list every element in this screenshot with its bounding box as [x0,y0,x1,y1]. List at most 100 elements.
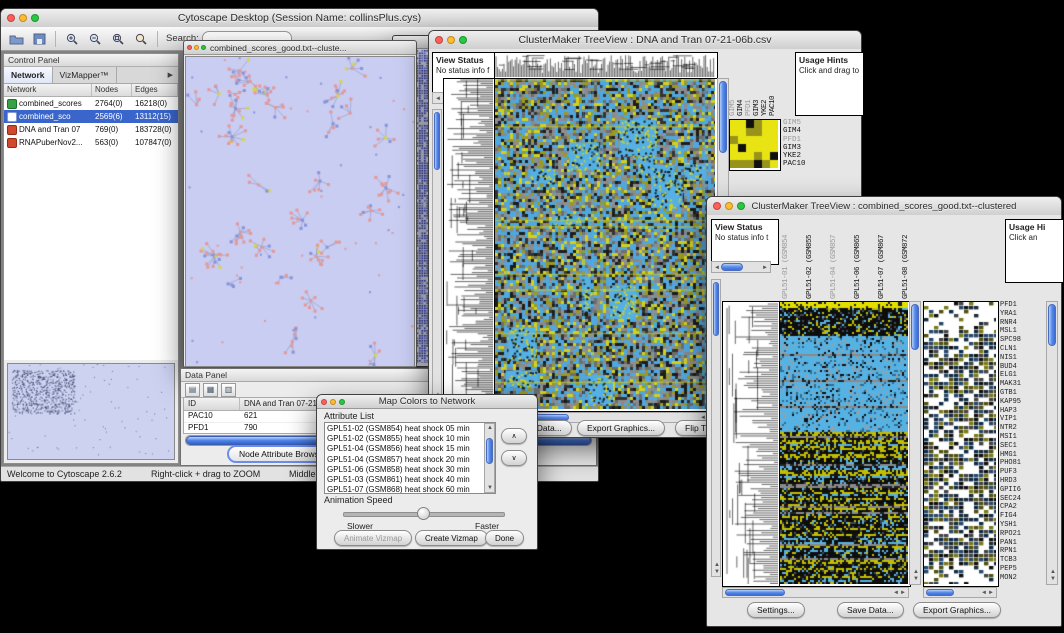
row-dendrogram[interactable] [723,302,778,584]
gene-label[interactable]: PEP5 [1000,565,1044,574]
global-heatmap[interactable] [495,79,715,409]
network-row[interactable]: RNAPuberNov2... 563(0) 107847(0) [4,136,178,149]
zoom-row-label[interactable]: GIM5 [783,119,825,127]
select-attributes-icon[interactable]: ▤ [185,383,200,397]
zoom-in-icon[interactable] [62,29,82,48]
zoom-out-icon[interactable] [85,29,105,48]
column-dendrogram-pane[interactable] [494,52,718,80]
column-label[interactable]: GPL51-01 (GSM854 [782,235,790,299]
gene-label[interactable]: GPII6 [1000,486,1044,495]
gene-label[interactable]: TCB3 [1000,556,1044,565]
move-down-button[interactable]: ∨ [501,450,527,466]
attribute-list-item[interactable]: GPL51-04 (GSM857) heat shock 20 min [327,455,493,465]
gene-label[interactable]: MAK31 [1000,380,1044,389]
network-row[interactable]: DNA and Tran 07 769(0) 183728(0) [4,123,178,136]
attribute-list-item[interactable]: GPL51-02 (GSM854) heat shock 05 min [327,424,493,434]
close-button[interactable] [713,202,721,210]
zoom-row-label[interactable]: PFD1 [783,136,825,144]
gene-label[interactable]: MON2 [1000,574,1044,583]
gene-label[interactable]: KAP95 [1000,398,1044,407]
gene-list-scrollbar[interactable]: ▲▼ [1046,301,1058,585]
heatmap-pane[interactable] [494,78,718,412]
gene-label[interactable]: HMG1 [1000,451,1044,460]
gene-label[interactable]: ELG1 [1000,371,1044,380]
gene-label[interactable]: PFD1 [1000,301,1044,310]
attribute-list-item[interactable]: GPL51-02 (GSM855) heat shock 10 min [327,434,493,444]
minimize-button[interactable] [194,45,199,50]
gene-label[interactable]: FIG4 [1000,512,1044,521]
minimize-button[interactable] [19,14,27,22]
zoom-row-label[interactable]: GIM3 [783,144,825,152]
zoom-button[interactable] [459,36,467,44]
close-button[interactable] [321,399,327,405]
left-vertical-scrollbar[interactable]: ▲▼ [711,279,721,577]
gene-label[interactable]: RNR4 [1000,319,1044,328]
create-vizmap-button[interactable]: Create Vizmap [415,530,488,546]
zoom-column-label[interactable]: GIM3 [753,100,761,116]
settings-button[interactable]: Settings... [747,602,805,618]
gene-label[interactable]: PAN1 [1000,539,1044,548]
zoom-heatmap[interactable] [924,302,996,584]
zoom-button[interactable] [339,399,345,405]
main-titlebar[interactable]: Cytoscape Desktop (Session Name: collins… [1,9,598,28]
save-session-icon[interactable] [29,29,49,48]
move-up-button[interactable]: ∧ [501,428,527,444]
minimize-button[interactable] [725,202,733,210]
attribute-listbox[interactable]: GPL51-02 (GSM854) heat shock 05 minGPL51… [324,422,496,494]
create-attribute-icon[interactable]: ▦ [203,383,218,397]
gene-label[interactable]: VIP1 [1000,415,1044,424]
tab-vizmapper[interactable]: VizMapper™ [53,67,117,83]
network-canvas[interactable] [185,56,415,367]
gene-label[interactable]: CPA2 [1000,503,1044,512]
gene-label[interactable]: SEC1 [1000,442,1044,451]
done-button[interactable]: Done [485,530,524,546]
column-label[interactable]: GPL51-06 (GSM865 [854,235,862,299]
gene-label[interactable]: PHO81 [1000,459,1044,468]
col-nodes[interactable]: Nodes [92,84,132,96]
tab-network[interactable]: Network [4,67,53,83]
zoom-button[interactable] [31,14,39,22]
col-edges[interactable]: Edges [132,84,178,96]
status-horizontal-scrollbar[interactable]: ◄► [711,261,771,273]
gene-label[interactable]: RPO21 [1000,530,1044,539]
speed-slider-thumb[interactable] [417,507,430,520]
gene-label[interactable]: RPN1 [1000,547,1044,556]
zoom-column-label[interactable]: PAC10 [769,96,775,116]
gene-label[interactable]: SPC98 [1000,336,1044,345]
delete-attribute-icon[interactable]: ▥ [221,383,236,397]
zoom-matrix-pane[interactable] [729,119,781,171]
gene-label[interactable]: PUF3 [1000,468,1044,477]
network-overview-thumbnail[interactable] [7,363,175,460]
zoom-heatmap-pane[interactable] [923,301,999,587]
zoom-fit-icon[interactable] [108,29,128,48]
col-id[interactable]: ID [184,398,240,410]
column-label[interactable]: GPL51-08 (GSM872 [902,235,910,299]
column-dendrogram[interactable] [495,53,715,77]
zoom-column-label[interactable]: YKE2 [761,100,769,116]
zoom-button[interactable] [737,202,745,210]
gene-label[interactable]: HAP3 [1000,407,1044,416]
column-label[interactable]: GPL51-07 (GSM867 [878,235,886,299]
zoom-row-label[interactable]: GIM4 [783,127,825,135]
attribute-list-item[interactable]: GPL51-06 (GSM858) heat shock 30 min [327,465,493,475]
save-data-button[interactable]: Save Data... [837,602,904,618]
row-dendrogram[interactable] [444,79,493,409]
gene-label[interactable]: CLN1 [1000,345,1044,354]
heatmap-pane[interactable] [779,301,911,587]
gene-label[interactable]: NTR2 [1000,424,1044,433]
network-row-selected[interactable]: combined_sco 2569(6) 13112(15) [4,110,178,123]
attribute-list-item[interactable]: GPL51-04 (GSM856) heat shock 15 min [327,444,493,454]
col-network[interactable]: Network [4,84,92,96]
gene-label[interactable]: HRD3 [1000,477,1044,486]
close-button[interactable] [435,36,443,44]
dialog-titlebar[interactable]: Map Colors to Network [317,395,537,409]
row-dendrogram-pane[interactable] [443,78,496,412]
list-scrollbar[interactable]: ▲▼ [484,423,495,493]
close-button[interactable] [187,45,192,50]
attribute-list-item[interactable]: GPL51-07 (GSM868) heat shock 60 min [327,485,493,494]
treeview2-titlebar[interactable]: ClusterMaker TreeView : combined_scores_… [707,197,1061,216]
left-vertical-scrollbar[interactable]: ▲▼ [432,109,442,407]
gene-label[interactable]: MSL1 [1000,327,1044,336]
zoom-column-label[interactable]: PFD1 [745,100,753,116]
close-button[interactable] [7,14,15,22]
